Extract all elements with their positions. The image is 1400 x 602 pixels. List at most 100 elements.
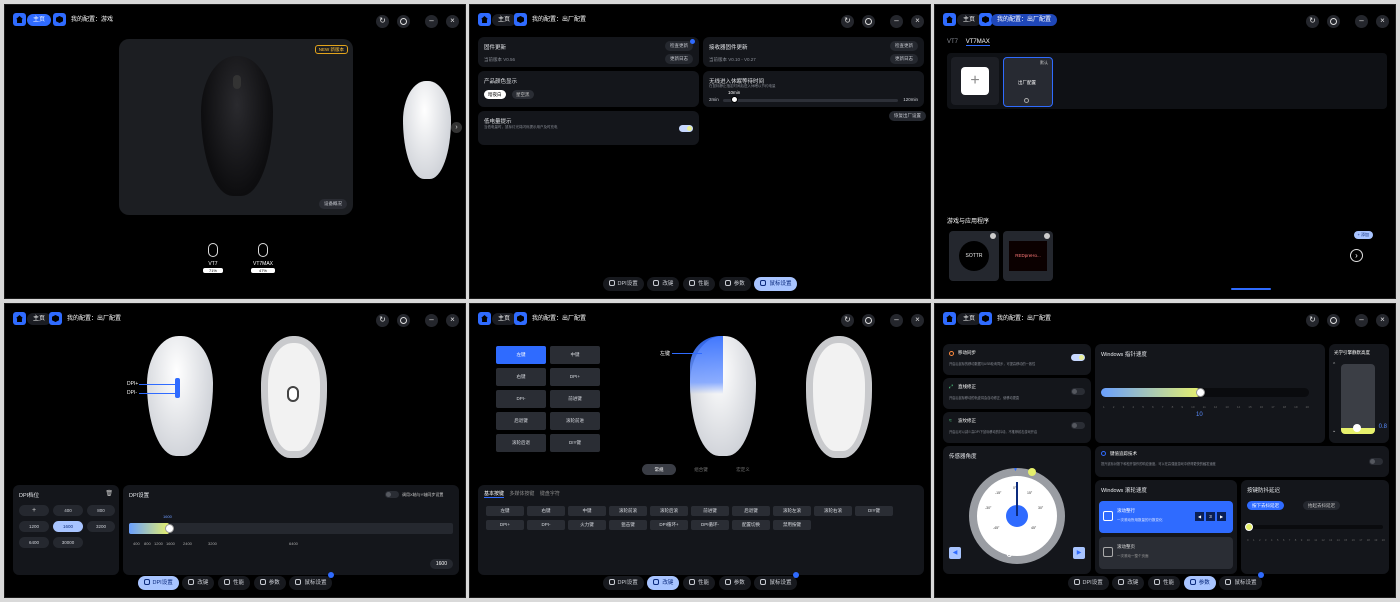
nav-params[interactable]: 参数: [718, 277, 751, 291]
tab-basic-keys[interactable]: 基本按键: [484, 491, 505, 498]
chevron-down-icon[interactable]: ⌄: [1332, 428, 1336, 434]
nav-mouse[interactable]: 鼠标设置: [754, 572, 800, 590]
key-dpi-minus[interactable]: DPI-: [496, 390, 546, 408]
home-icon[interactable]: [478, 312, 491, 325]
close-icon[interactable]: ×: [446, 314, 459, 327]
mode-normal[interactable]: 常规: [642, 464, 676, 475]
mode-combo[interactable]: 组合键: [684, 464, 718, 475]
tab-vt7[interactable]: VT7: [947, 39, 958, 45]
settings-icon[interactable]: [1327, 314, 1340, 327]
decrease-icon[interactable]: ◀: [1195, 512, 1204, 521]
home-button[interactable]: 主页: [27, 313, 52, 325]
key-wheel-back[interactable]: 滚轮后退: [496, 434, 546, 452]
ripple-toggle[interactable]: [1071, 422, 1085, 429]
nav-perf[interactable]: 性能: [683, 576, 716, 590]
fn-wheel-up[interactable]: 滚轮前滚: [609, 506, 647, 516]
home-icon[interactable]: [13, 312, 26, 325]
debounce-release-option[interactable]: 抬起去抖延迟: [1303, 501, 1340, 510]
angle-adjust-knob[interactable]: [1028, 468, 1036, 476]
refresh-icon[interactable]: ↻: [376, 314, 389, 327]
check-update-button[interactable]: 检查更新: [890, 41, 918, 51]
chevron-up-icon[interactable]: ⌃: [1332, 362, 1336, 368]
home-button[interactable]: 主页: [492, 313, 517, 325]
update-log-button[interactable]: 更新日志: [665, 54, 693, 64]
scroll-right-arrow[interactable]: ›: [451, 122, 462, 133]
fn-forward[interactable]: 前进键: [691, 506, 729, 516]
xy-sync-toggle[interactable]: [385, 491, 399, 498]
fn-wheel-left[interactable]: 滚轮左滚: [773, 506, 811, 516]
sleep-slider-track[interactable]: [723, 99, 898, 102]
dpi-stage-add[interactable]: +: [19, 505, 49, 516]
nav-dpi[interactable]: DPI设置: [1067, 576, 1109, 590]
fn-right[interactable]: 右键: [527, 506, 565, 516]
key-wheel-forward[interactable]: 滚轮前进: [550, 412, 600, 430]
nav-dpi[interactable]: DPI设置: [602, 277, 644, 291]
scroll-page-option[interactable]: 滚动整页 一次滚动一整个页面: [1099, 537, 1233, 569]
dpi-stage[interactable]: 1200: [19, 521, 49, 532]
add-config-tile[interactable]: +: [951, 57, 999, 105]
refresh-icon[interactable]: ↻: [841, 15, 854, 28]
refresh-icon[interactable]: ↻: [1306, 314, 1319, 327]
add-game-button[interactable]: + 添加: [1353, 231, 1373, 239]
fn-middle[interactable]: 中键: [568, 506, 606, 516]
angle-increase-button[interactable]: ▶: [1073, 547, 1085, 559]
scrollbar[interactable]: [1231, 288, 1271, 290]
fn-dpi-minus[interactable]: DPI-: [527, 520, 565, 530]
factory-config-tile[interactable]: 默认 出厂配置: [1003, 57, 1053, 107]
nav-keys[interactable]: 改键: [647, 576, 680, 590]
sleep-slider-handle[interactable]: [731, 96, 738, 103]
home-button[interactable]: 主页: [27, 14, 52, 26]
device-vt7max[interactable]: VT7MAX 47%: [251, 243, 275, 273]
fn-wheel-right[interactable]: 滚轮右滚: [814, 506, 852, 516]
nav-params[interactable]: 参数: [1183, 576, 1216, 590]
key-response-toggle[interactable]: [1369, 458, 1383, 465]
fn-dpi-cycle-up[interactable]: DPI循环+: [650, 520, 688, 530]
nav-mouse[interactable]: 鼠标设置: [1219, 572, 1265, 590]
close-icon[interactable]: ×: [911, 314, 924, 327]
fn-disable[interactable]: 禁用按键: [773, 520, 811, 530]
motion-sync-toggle[interactable]: [1071, 354, 1085, 361]
key-middle[interactable]: 中键: [550, 346, 600, 364]
mode-macro[interactable]: 宏定义: [726, 464, 760, 475]
tab-media-keys[interactable]: 多媒体按键: [509, 491, 534, 497]
nav-params[interactable]: 参数: [718, 576, 751, 590]
nav-dpi[interactable]: DPI设置: [602, 576, 644, 590]
key-dpi-plus[interactable]: DPI+: [550, 368, 600, 386]
settings-icon[interactable]: [1327, 15, 1340, 28]
minimize-icon[interactable]: –: [1355, 15, 1368, 28]
nav-perf[interactable]: 性能: [218, 576, 251, 590]
home-button[interactable]: 主页: [492, 14, 517, 26]
mouse-image-white[interactable]: [403, 81, 451, 179]
nav-keys[interactable]: 改键: [1112, 576, 1145, 590]
config-name[interactable]: 我的配置：出厂配置: [61, 313, 127, 325]
nav-params[interactable]: 参数: [253, 576, 286, 590]
close-icon[interactable]: ×: [1376, 314, 1389, 327]
fn-diy[interactable]: DIY键: [855, 506, 893, 516]
fn-fire[interactable]: 火力键: [568, 520, 606, 530]
nav-mouse[interactable]: 鼠标设置: [289, 572, 335, 590]
home-icon[interactable]: [943, 312, 956, 325]
settings-icon[interactable]: [397, 15, 410, 28]
game-toggle-icon[interactable]: [990, 233, 996, 239]
angle-snap-toggle[interactable]: [1071, 388, 1085, 395]
minimize-icon[interactable]: –: [890, 15, 903, 28]
tab-keyboard-chars[interactable]: 键盘字符: [540, 491, 560, 497]
nav-keys[interactable]: 改键: [647, 277, 680, 291]
nav-dpi[interactable]: DPI设置: [137, 576, 179, 590]
refresh-icon[interactable]: ↻: [376, 15, 389, 28]
game-tile-redpreho[interactable]: REDpreHo...: [1003, 231, 1053, 281]
debounce-handle[interactable]: [1245, 523, 1253, 531]
close-icon[interactable]: ×: [911, 15, 924, 28]
key-diy[interactable]: DIY键: [550, 434, 600, 452]
key-left[interactable]: 左键: [496, 346, 546, 364]
minimize-icon[interactable]: –: [890, 314, 903, 327]
nav-mouse[interactable]: 鼠标设置: [754, 277, 798, 291]
fn-wheel-down[interactable]: 滚轮后滚: [650, 506, 688, 516]
fn-dpi-cycle-down[interactable]: DPI循环-: [691, 520, 729, 530]
game-tile-sottr[interactable]: SOTTR: [949, 231, 999, 281]
dpi-slider-handle[interactable]: [165, 524, 174, 533]
fn-back[interactable]: 后退键: [732, 506, 770, 516]
dpi-value-box[interactable]: 1600: [429, 559, 453, 569]
config-name[interactable]: 我的配置：出厂配置: [526, 313, 592, 325]
config-name[interactable]: 我的配置：出厂配置: [526, 14, 592, 26]
